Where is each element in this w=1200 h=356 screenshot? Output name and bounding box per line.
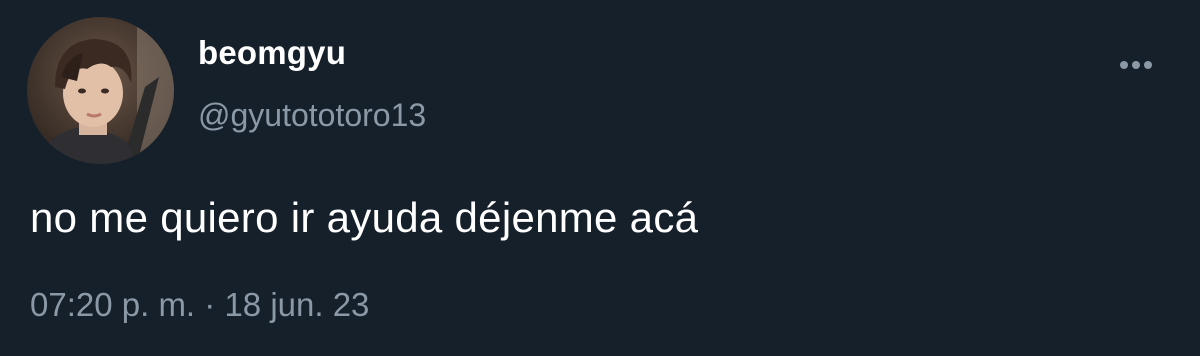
tweet-text: no me quiero ir ayuda déjenme acá: [30, 194, 699, 241]
avatar[interactable]: [27, 17, 174, 164]
more-horizontal-icon: [1120, 61, 1152, 69]
tweet-time[interactable]: 07:20 p. m.: [30, 286, 195, 323]
display-name[interactable]: beomgyu: [198, 34, 346, 72]
more-options-button[interactable]: [1112, 50, 1160, 80]
tweet-card: beomgyu @gyutototoro13 no me quiero ir a…: [0, 0, 1200, 356]
tweet-timestamp: 07:20 p. m. · 18 jun. 23: [30, 286, 369, 324]
meta-separator: ·: [204, 286, 216, 323]
user-handle[interactable]: @gyutototoro13: [198, 97, 426, 134]
profile-photo-icon: [27, 17, 174, 164]
tweet-date[interactable]: 18 jun. 23: [224, 286, 369, 323]
